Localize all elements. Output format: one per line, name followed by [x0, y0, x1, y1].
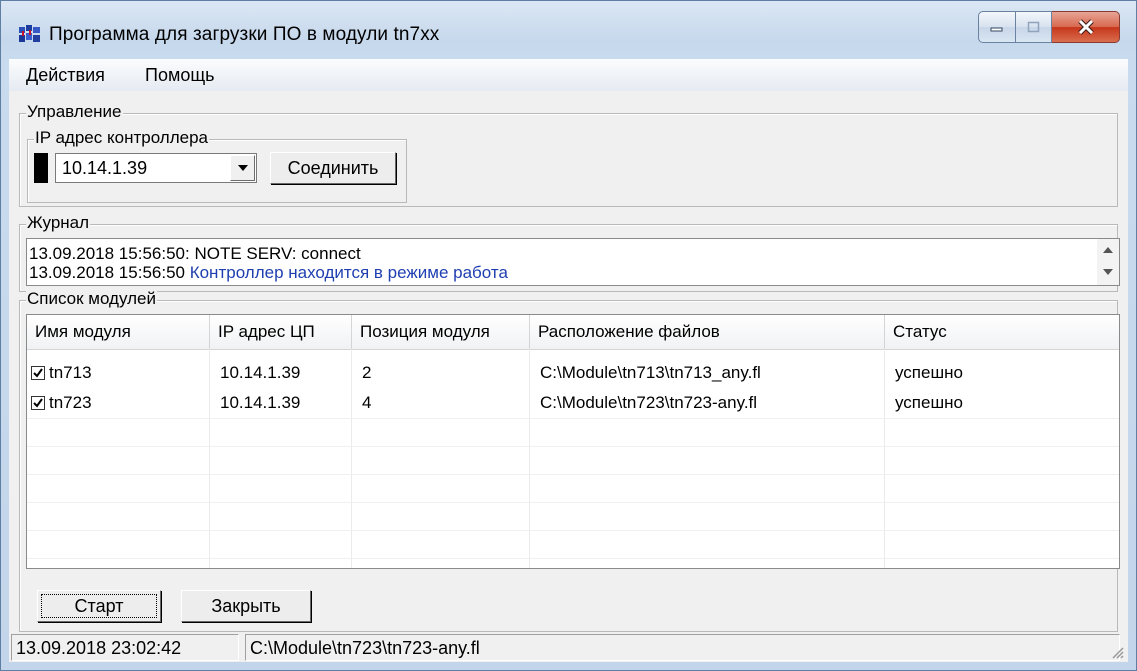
close-window-button[interactable]	[1052, 11, 1120, 43]
main-window: Программа для загрузки ПО в модули tn7xx…	[0, 0, 1137, 671]
journal-group-label: Журнал	[26, 213, 91, 233]
journal-line: 13.09.2018 15:56:50: NOTE SERV: connect	[29, 244, 361, 263]
app-modules-icon	[19, 25, 40, 42]
status-file: C:\Module\tn723\tn723-any.fl	[245, 634, 1120, 661]
table-row[interactable]: tn723 10.14.1.39 4 C:\Module\tn723\tn723…	[27, 388, 1119, 418]
status-bar: 13.09.2018 23:02:42 C:\Module\tn723\tn72…	[9, 632, 1128, 662]
module-ip: 10.14.1.39	[220, 393, 301, 412]
title-bar[interactable]: Программа для загрузки ПО в модули tn7xx	[1, 1, 1136, 59]
column-module-name[interactable]: Имя модуля	[27, 315, 210, 349]
column-cpu-ip[interactable]: IP адрес ЦП	[210, 315, 352, 349]
close-icon	[1077, 19, 1094, 35]
module-status: успешно	[895, 363, 963, 382]
scroll-up-icon[interactable]	[1103, 247, 1113, 253]
connect-button[interactable]: Соединить	[270, 152, 396, 184]
combo-dropdown-button[interactable]	[230, 155, 255, 181]
module-position: 4	[362, 393, 372, 412]
ip-address-value: 10.14.1.39	[62, 158, 148, 178]
resize-grip-icon[interactable]	[1110, 645, 1124, 659]
maximize-icon	[1027, 21, 1039, 33]
module-name: tn723	[49, 393, 92, 412]
menu-help[interactable]: Помощь	[145, 65, 215, 86]
start-button[interactable]: Старт	[37, 590, 161, 622]
minimize-button[interactable]	[978, 11, 1016, 43]
modules-table[interactable]: Имя модуля IP адрес ЦП Позиция модуля Ра…	[26, 314, 1120, 569]
module-path: C:\Module\tn723\tn723-any.fl	[540, 393, 758, 412]
ip-address-combo[interactable]: 10.14.1.39	[55, 153, 257, 183]
menu-bar: Действия Помощь	[9, 59, 1128, 91]
checkmark-icon	[33, 368, 43, 378]
chevron-down-icon	[237, 165, 248, 171]
module-status: успешно	[895, 393, 963, 412]
table-header: Имя модуля IP адрес ЦП Позиция модуля Ра…	[27, 315, 1119, 350]
ip-group-label: IP адрес контроллера	[34, 128, 209, 148]
row-checkbox[interactable]	[31, 396, 45, 410]
journal-line: 13.09.2018 15:56:50 Контроллер находится…	[29, 263, 508, 282]
column-file-location[interactable]: Расположение файлов	[530, 315, 885, 349]
column-module-position[interactable]: Позиция модуля	[352, 315, 530, 349]
menu-actions[interactable]: Действия	[26, 65, 105, 86]
column-status[interactable]: Статус	[885, 315, 1119, 349]
module-name: tn713	[49, 363, 92, 382]
maximize-button[interactable]	[1016, 11, 1052, 43]
journal-log[interactable]: 13.09.2018 15:56:50: NOTE SERV: connect …	[26, 238, 1120, 286]
module-path: C:\Module\tn713\tn713_any.fl	[540, 363, 761, 382]
caption-buttons	[978, 11, 1120, 43]
checkmark-icon	[33, 398, 43, 408]
minimize-icon	[990, 27, 1003, 32]
control-group-label: Управление	[26, 102, 123, 122]
scroll-down-icon[interactable]	[1103, 269, 1113, 275]
close-button[interactable]: Закрыть	[181, 590, 311, 622]
row-checkbox[interactable]	[31, 366, 45, 380]
table-row[interactable]: tn713 10.14.1.39 2 C:\Module\tn713\tn713…	[27, 358, 1119, 388]
connection-indicator	[34, 153, 48, 183]
module-ip: 10.14.1.39	[220, 363, 301, 382]
status-datetime: 13.09.2018 23:02:42	[11, 634, 239, 661]
modules-group-label: Список модулей	[26, 289, 157, 309]
module-position: 2	[362, 363, 372, 382]
journal-scrollbar[interactable]	[1097, 239, 1119, 285]
window-title: Программа для загрузки ПО в модули tn7xx	[49, 24, 440, 45]
